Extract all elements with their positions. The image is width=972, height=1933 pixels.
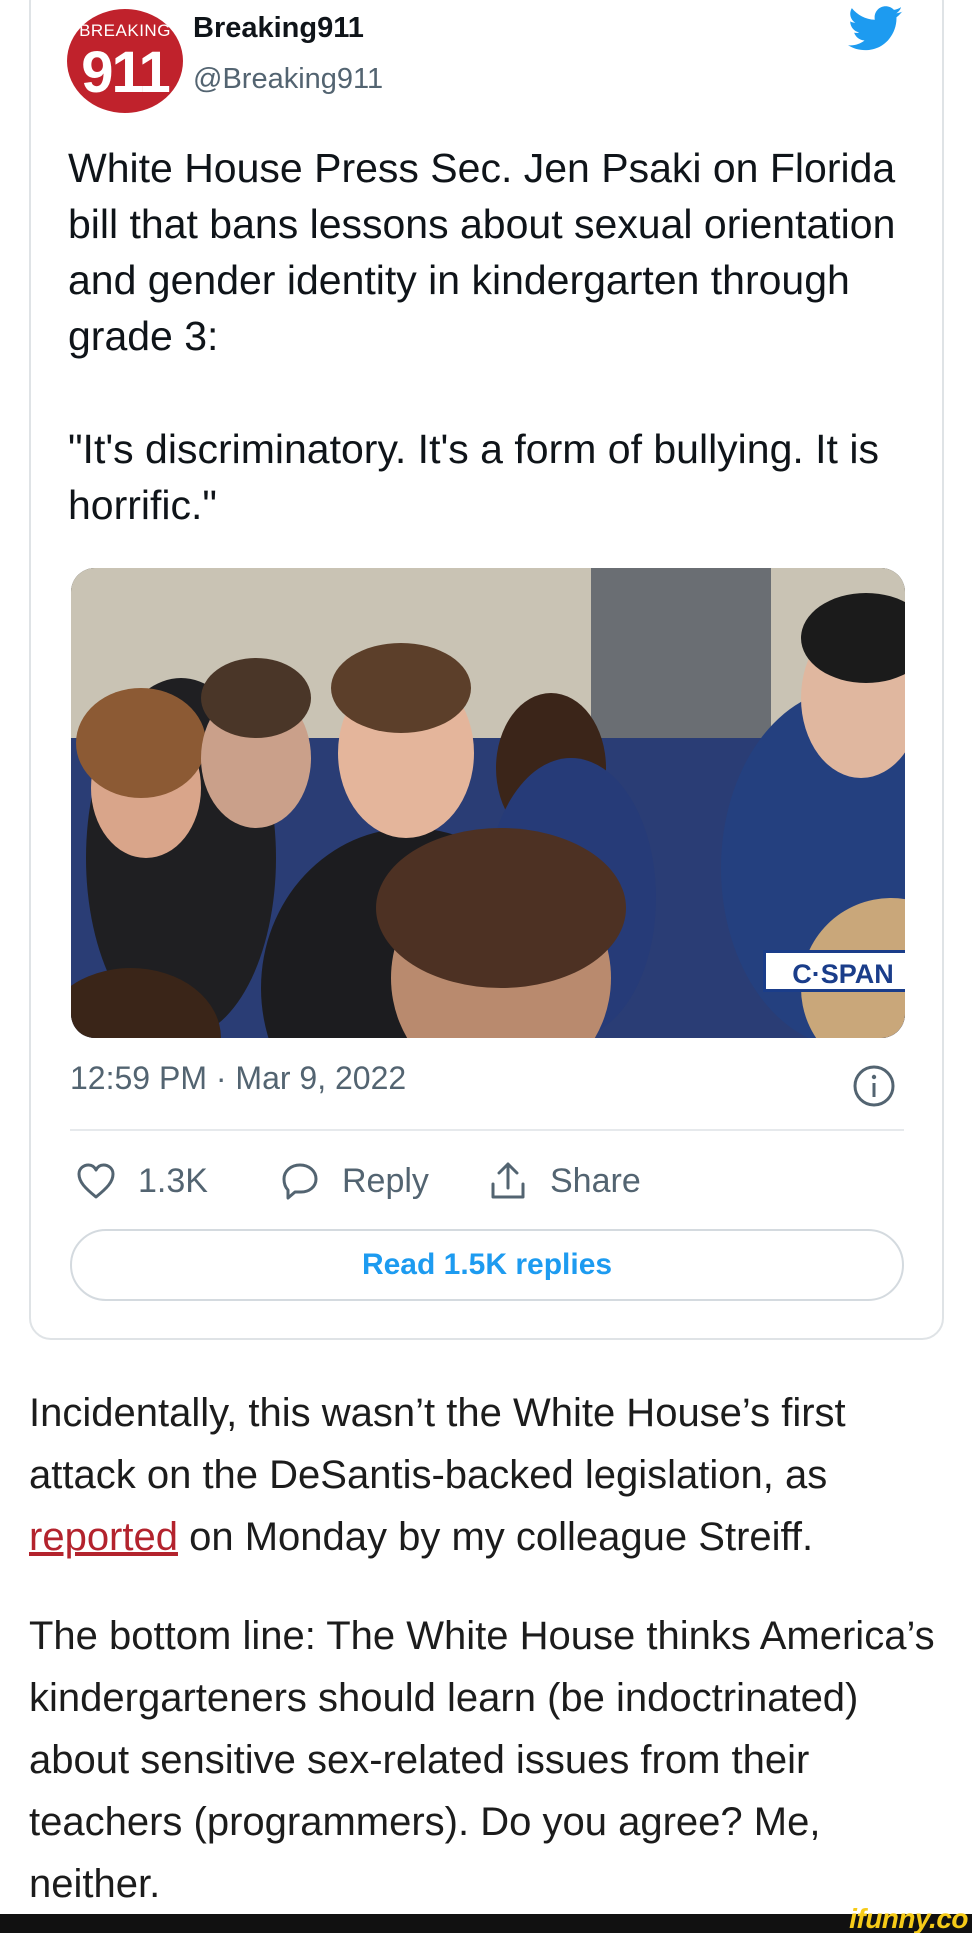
article-p1-after: on Monday by my colleague Streiff.: [178, 1515, 813, 1559]
read-replies-button[interactable]: Read 1.5K replies: [70, 1229, 904, 1301]
share-label: Share: [550, 1162, 641, 1201]
reply-label: Reply: [342, 1162, 429, 1201]
tweet-media-image[interactable]: C·SPAN: [71, 568, 905, 1038]
info-icon[interactable]: [852, 1064, 896, 1108]
article-body: Incidentally, this wasn’t the White Hous…: [29, 1382, 939, 1933]
divider: [70, 1129, 904, 1131]
display-name[interactable]: Breaking911: [193, 12, 364, 45]
avatar-number: 911: [67, 43, 183, 103]
ifunny-watermark: ifunny.co: [849, 1904, 968, 1933]
cspan-watermark: C·SPAN: [763, 950, 905, 992]
avatar-top-text: BREAKING: [67, 21, 183, 41]
like-count: 1.3K: [138, 1162, 208, 1201]
reply-button[interactable]: Reply: [280, 1159, 429, 1203]
share-icon: [488, 1160, 528, 1202]
like-button[interactable]: 1.3K: [76, 1159, 208, 1203]
bottom-bar: [0, 1914, 972, 1933]
heart-icon: [76, 1162, 116, 1200]
share-button[interactable]: Share: [488, 1159, 641, 1203]
tweet-paragraph-1: White House Press Sec. Jen Psaki on Flor…: [68, 140, 908, 364]
twitter-bird-icon[interactable]: [848, 6, 904, 52]
tweet-text: White House Press Sec. Jen Psaki on Flor…: [68, 140, 908, 590]
reply-bubble-icon: [280, 1161, 320, 1201]
article-p1-before: Incidentally, this wasn’t the White Hous…: [29, 1391, 846, 1497]
tweet-timestamp[interactable]: 12:59 PM · Mar 9, 2022: [70, 1060, 406, 1097]
handle[interactable]: @Breaking911: [193, 63, 383, 96]
tweet-paragraph-2: "It's discriminatory. It's a form of bul…: [68, 421, 908, 533]
avatar[interactable]: BREAKING 911: [67, 9, 183, 113]
article-paragraph-1: Incidentally, this wasn’t the White Hous…: [29, 1382, 939, 1568]
reported-link[interactable]: reported: [29, 1515, 178, 1559]
page: BREAKING 911 Breaking911 @Breaking911 Wh…: [0, 0, 972, 1933]
article-paragraph-2: The bottom line: The White House thinks …: [29, 1605, 939, 1915]
